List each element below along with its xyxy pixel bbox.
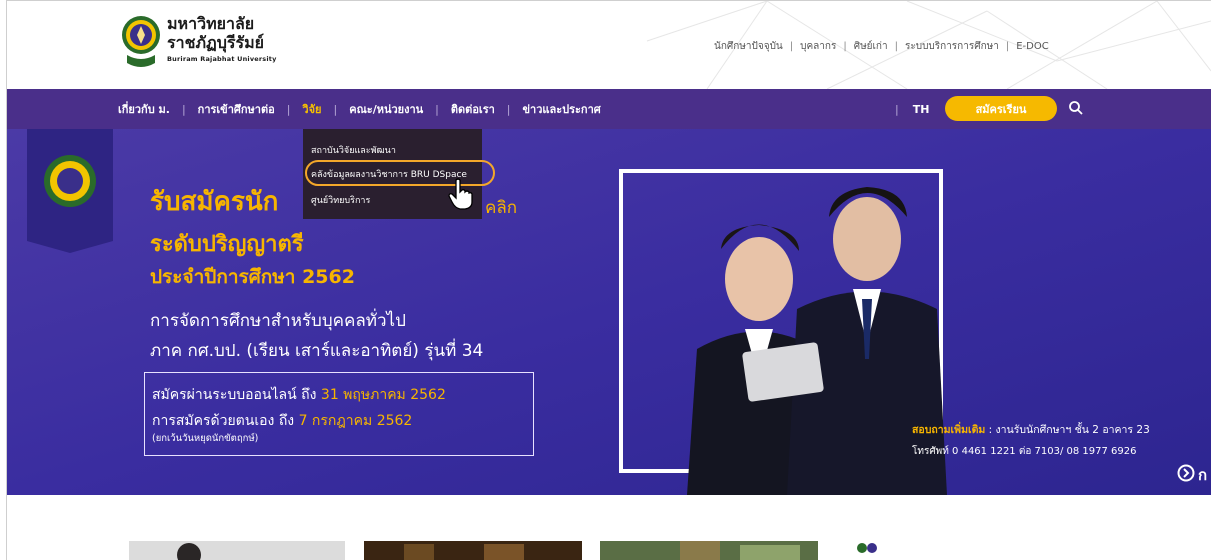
toplink-alumni[interactable]: ศิษย์เก่า [854, 39, 888, 54]
next-slide-icon[interactable] [1177, 464, 1195, 482]
news-thumbnail-2[interactable] [364, 541, 582, 560]
separator: | [895, 102, 899, 116]
org-logo-small [857, 543, 877, 553]
nav-item-contact[interactable]: ติดต่อเรา [451, 100, 495, 118]
separator: | [843, 41, 847, 52]
dropdown-item-library-center[interactable]: ศูนย์วิทยบริการ [311, 193, 370, 207]
dropdown-item-research-institute[interactable]: สถาบันวิจัยและพัฒนา [311, 143, 396, 157]
nav-items: เกี่ยวกับ ม. | การเข้าศึกษาต่อ | วิจัย |… [118, 89, 601, 129]
university-name-th-line2: ราชภัฏบุรีรัมย์ [167, 33, 264, 52]
news-thumbnail-3[interactable] [600, 541, 818, 560]
separator: | [789, 41, 794, 52]
hero-degree-level: ระดับปริญญาตรี [150, 232, 304, 257]
separator: | [894, 41, 898, 52]
language-th[interactable]: TH [913, 103, 930, 116]
hero-online-deadline: สมัครผ่านระบบออนไลน์ ถึง 31 พฤษภาคม 2562 [152, 384, 446, 406]
separator: | [1005, 41, 1010, 52]
hero-subtitle-1: การจัดการศึกษาสำหรับบุคคลทั่วไป [150, 311, 406, 331]
university-seal-ribbon [27, 129, 113, 253]
contact-text: : งานรับนักศึกษาฯ ชั้น 2 อาคาร 23 [985, 424, 1150, 436]
toplink-staff[interactable]: บุคลากร [800, 39, 836, 54]
site-header: มหาวิทยาลัย ราชภัฏบุรีรัมย์ Buriram Raja… [7, 1, 1211, 89]
hero-academic-year: ประจำปีการศึกษา 2562 [150, 266, 355, 288]
separator: | [286, 102, 291, 116]
separator: | [435, 102, 439, 116]
nav-item-news[interactable]: ข่าวและประกาศ [523, 100, 601, 118]
toplink-current-students[interactable]: นักศึกษาปัจจุบัน [714, 39, 783, 54]
top-links: นักศึกษาปัจจุบัน | บุคลากร | ศิษย์เก่า |… [714, 39, 1049, 54]
main-nav: เกี่ยวกับ ม. | การเข้าศึกษาต่อ | วิจัย |… [7, 89, 1211, 129]
walkin-deadline-label: การสมัครด้วยตนเอง ถึง [152, 413, 299, 429]
next-slide-label: ก [1198, 466, 1208, 484]
university-name-th-line1: มหาวิทยาลัย [167, 14, 255, 33]
online-deadline-date: 31 พฤษภาคม 2562 [320, 387, 446, 403]
hero-title: รับสมัครนัก [150, 187, 279, 217]
search-icon[interactable] [1068, 100, 1084, 116]
university-seal-logo[interactable] [121, 13, 161, 77]
nav-item-research[interactable]: วิจัย [302, 100, 321, 118]
hero-click-label[interactable]: คลิก [485, 194, 517, 221]
apply-button[interactable]: สมัครเรียน [945, 96, 1057, 121]
news-thumbnail-1[interactable] [129, 541, 345, 560]
nav-item-faculties[interactable]: คณะ/หน่วยงาน [349, 100, 423, 118]
language-switch: | TH [895, 89, 929, 129]
hero-holiday-note: (ยกเว้นวันหยุดนักขัตฤกษ์) [152, 433, 259, 444]
hand-cursor-icon [448, 178, 473, 210]
hero-phone: โทรศัพท์ 0 4461 1221 ต่อ 7103/ 08 1977 6… [912, 446, 1137, 457]
online-deadline-label: สมัครผ่านระบบออนไลน์ ถึง [152, 387, 321, 403]
walkin-deadline-date: 7 กรกฎาคม 2562 [298, 413, 413, 429]
separator: | [333, 102, 338, 116]
hero-subtitle-2: ภาค กศ.บป. (เรียน เสาร์และอาทิตย์) รุ่นท… [150, 341, 484, 361]
university-name-en: Buriram Rajabhat University [167, 55, 277, 63]
hero-walkin-deadline: การสมัครด้วยตนเอง ถึง 7 กรกฎาคม 2562 [152, 410, 412, 432]
contact-label: สอบถามเพิ่มเติม [912, 424, 986, 436]
nav-item-admission[interactable]: การเข้าศึกษาต่อ [198, 100, 275, 118]
separator: | [506, 102, 511, 116]
hero-contact-info: สอบถามเพิ่มเติม : งานรับนักศึกษาฯ ชั้น 2… [912, 421, 1150, 438]
separator: | [181, 102, 186, 116]
toplink-education-services[interactable]: ระบบบริการการศึกษา [905, 39, 999, 54]
nav-item-about[interactable]: เกี่ยวกับ ม. [118, 100, 170, 118]
toplink-edoc[interactable]: E-DOC [1016, 41, 1048, 52]
